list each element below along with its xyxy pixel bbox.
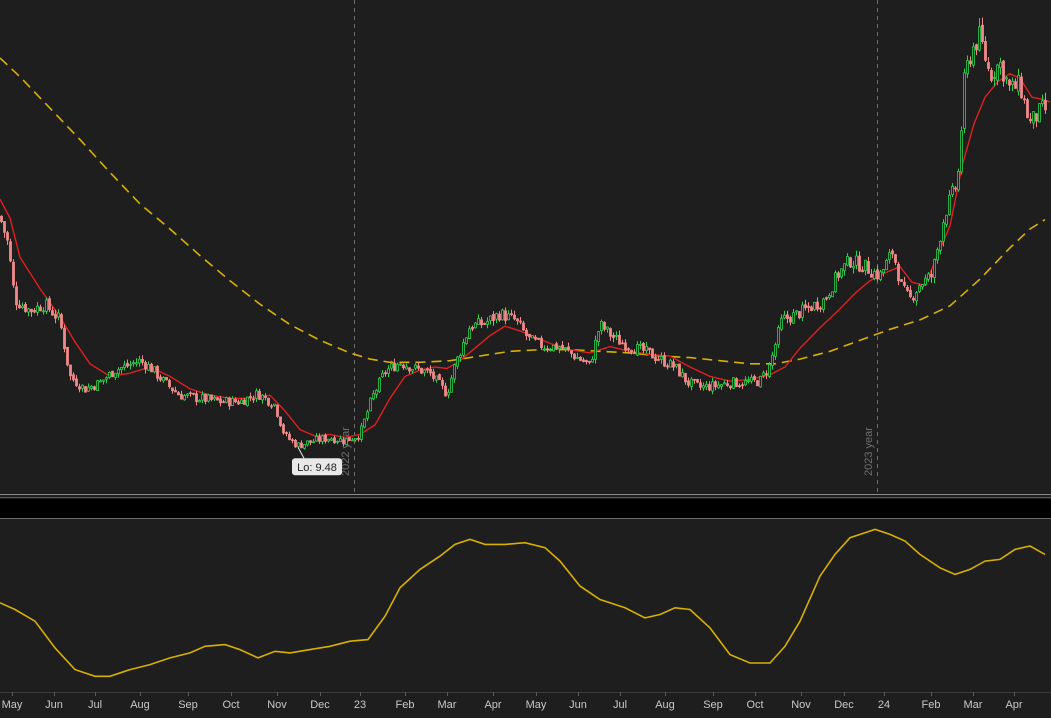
low-label-text: Lo: 9.48 [297,462,337,474]
candle [651,348,654,359]
candle [66,346,69,367]
candle [9,238,12,263]
candle [594,335,597,364]
candle [207,393,210,403]
candle [420,367,423,374]
candle [474,322,477,329]
chart-background [0,0,1051,713]
candle [294,439,297,448]
candle [963,68,966,134]
candle [696,378,699,384]
candle [438,373,441,381]
x-tick-label: Oct [746,699,763,711]
candle [957,168,960,192]
candle [150,362,153,373]
x-tick-label: Sep [703,699,723,711]
x-tick-label: Jul [613,699,627,711]
candle [798,311,801,320]
x-tick-label: Oct [222,699,239,711]
candle [396,362,399,372]
candle [831,291,834,298]
x-tick-label: Feb [396,699,415,711]
candle [363,418,366,429]
candle [348,437,351,442]
candle [279,416,282,427]
candle [1026,98,1029,119]
x-tick-label: Feb [922,699,941,711]
candle [96,380,99,392]
x-tick-label: Jun [569,699,587,711]
x-tick-label: 23 [354,699,366,711]
candle [756,379,759,387]
candle [60,312,63,330]
panel-separator-bar[interactable] [0,499,1051,518]
x-tick-label: Apr [484,699,501,711]
candle [48,296,51,313]
x-tick-label: Apr [1005,699,1022,711]
candle [111,370,114,378]
candle [768,362,771,379]
candle [465,337,468,345]
candle [345,438,348,446]
candle [246,396,249,407]
candle [759,375,762,388]
candle [669,358,672,368]
candle [63,324,66,353]
candle [378,376,381,393]
x-tick-label: Nov [791,699,811,711]
x-tick-label: May [2,699,23,711]
candle [813,301,816,312]
candle [267,397,270,407]
x-tick-label: May [526,699,547,711]
candle [1038,103,1041,123]
chart-area[interactable]: 2022 year 2023 year Lo: 9.48 May Jun Jul Aug… [0,0,1051,713]
candle [879,269,882,282]
x-tick-label: Nov [267,699,287,711]
chart-svg[interactable]: 2022 year 2023 year Lo: 9.48 May Jun Jul Aug… [0,0,1051,713]
candle [552,344,555,352]
candle [834,270,837,293]
candle [225,396,228,404]
x-tick-label: Dec [834,699,854,711]
candle [360,422,363,443]
candle [165,376,168,381]
candle [45,297,48,314]
candle [216,397,219,401]
candle [900,279,903,282]
candle [276,404,279,418]
candle [849,256,852,268]
x-tick-label: Mar [438,699,457,711]
x-tick-label: Aug [130,699,150,711]
candle [1020,72,1023,99]
candle [960,126,963,175]
x-tick-label: Aug [655,699,675,711]
candle [501,308,504,321]
x-tick-label: Dec [310,699,330,711]
candle [108,371,111,379]
candle [84,386,87,393]
x-tick-label: Jun [45,699,63,711]
x-tick-label: 24 [878,699,890,711]
candle [885,258,888,271]
candle [732,377,735,389]
candle [369,397,372,412]
candle [450,375,453,393]
x-tick-label: Jul [88,699,102,711]
candle [735,377,738,388]
candle [531,335,534,339]
candle [678,363,681,377]
x-tick-label: Sep [178,699,198,711]
candle [282,423,285,435]
year-marker-label: 2023 year [863,427,875,476]
candle [12,259,15,288]
candle [777,325,780,348]
x-tick-label: Mar [964,699,983,711]
candle [0,215,3,224]
